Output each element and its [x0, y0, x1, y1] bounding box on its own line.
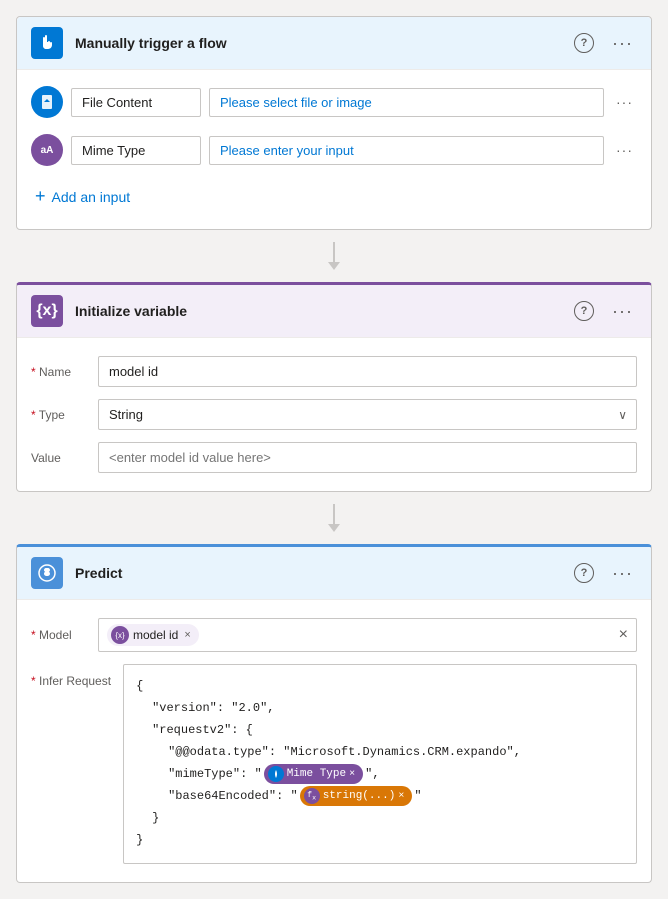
model-field[interactable]: {x} model id × × [98, 618, 637, 652]
value-row: Value [31, 436, 637, 479]
mime-type-chip-label: Mime Type [287, 765, 346, 784]
init-help-icon: ? [574, 301, 594, 321]
arrow-down-2 [328, 504, 340, 532]
mime-type-more-button[interactable]: ··· [612, 140, 637, 160]
init-help-button[interactable]: ? [568, 297, 600, 325]
connector-line-1 [333, 242, 335, 262]
init-title: Initialize variable [75, 303, 568, 319]
help-icon: ? [574, 33, 594, 53]
code-line-base64: "base64Encoded": " fx string(...) × " [136, 785, 624, 807]
mime-type-type-icon: aA [31, 134, 63, 166]
value-label: Value [31, 451, 86, 465]
model-chip-close[interactable]: × [184, 629, 190, 641]
code-line-mimetype: "mimeType": " Mime Type × ", [136, 763, 624, 785]
add-input-button[interactable]: + Add an input [31, 178, 134, 215]
connector-arrowhead-1 [328, 262, 340, 270]
code-line-version: "version": "2.0", [136, 697, 624, 719]
model-chip-icon: {x} [111, 626, 129, 644]
predict-help-icon: ? [574, 563, 594, 583]
name-label: Name [31, 365, 86, 379]
file-content-label: File Content [71, 88, 201, 117]
text-aa-icon: aA [41, 145, 54, 156]
trigger-title: Manually trigger a flow [75, 35, 568, 51]
mime-type-row: aA Mime Type Please enter your input ··· [31, 126, 637, 174]
mime-type-chip-icon [268, 766, 284, 782]
model-label: Model [31, 628, 86, 642]
code-line-open-brace: { [136, 675, 624, 697]
connector-line-2 [333, 504, 335, 524]
code-line-close-req: } [136, 807, 624, 829]
trigger-icon [38, 34, 56, 52]
trigger-more-button[interactable]: ··· [608, 31, 637, 56]
type-row: Type String Integer Float Boolean Array … [31, 393, 637, 436]
code-line-close-brace: } [136, 829, 624, 851]
variable-icon: {x} [36, 302, 57, 320]
trigger-help-button[interactable]: ? [568, 29, 600, 57]
type-select-wrapper: String Integer Float Boolean Array Objec… [98, 399, 637, 430]
file-content-value[interactable]: Please select file or image [209, 88, 604, 117]
code-line-odata: "@@odata.type": "Microsoft.Dynamics.CRM.… [136, 741, 624, 763]
mime-type-chip-close[interactable]: × [349, 766, 355, 783]
string-chip[interactable]: fx string(...) × [300, 786, 413, 807]
model-field-clear[interactable]: × [619, 626, 628, 644]
infer-request-row: Infer Request { "version": "2.0", "reque… [31, 658, 637, 870]
connector-arrowhead-2 [328, 524, 340, 532]
mime-type-value[interactable]: Please enter your input [209, 136, 604, 165]
file-content-type-icon [31, 86, 63, 118]
model-id-chip: {x} model id × [107, 624, 199, 646]
type-label: Type [31, 408, 86, 422]
init-variable-card: {x} Initialize variable ? ··· Name Type … [16, 282, 652, 492]
predict-body: Model {x} model id × × Infer Request { [17, 600, 651, 882]
arrow-down-1 [328, 242, 340, 270]
file-icon [39, 94, 55, 110]
model-row: Model {x} model id × × [31, 612, 637, 658]
predict-help-button[interactable]: ? [568, 559, 600, 587]
predict-header: Predict ? ··· [17, 547, 651, 600]
init-icon-bg: {x} [31, 295, 63, 327]
plus-icon: + [35, 186, 46, 207]
type-select[interactable]: String Integer Float Boolean Array Objec… [98, 399, 637, 430]
trigger-actions: ? ··· [568, 29, 637, 57]
code-line-requestv2: "requestv2": { [136, 719, 624, 741]
string-chip-label: string(...) [323, 787, 396, 806]
file-content-row: File Content Please select file or image… [31, 78, 637, 126]
predict-icon-bg [31, 557, 63, 589]
predict-title: Predict [75, 565, 568, 581]
file-content-more-button[interactable]: ··· [612, 92, 637, 112]
add-input-label: Add an input [52, 189, 131, 205]
predict-actions: ? ··· [568, 559, 637, 587]
init-actions: ? ··· [568, 297, 637, 325]
trigger-body: File Content Please select file or image… [17, 70, 651, 229]
init-more-button[interactable]: ··· [608, 299, 637, 324]
init-form-body: Name Type String Integer Float Boolean A… [17, 338, 651, 491]
predict-icon [37, 563, 57, 583]
connector-1 [16, 230, 652, 282]
trigger-card: Manually trigger a flow ? ··· File Conte… [16, 16, 652, 230]
value-input[interactable] [98, 442, 637, 473]
mime-type-chip[interactable]: Mime Type × [264, 764, 363, 785]
infer-label: Infer Request [31, 674, 111, 688]
predict-more-button[interactable]: ··· [608, 561, 637, 586]
connector-2 [16, 492, 652, 544]
trigger-header: Manually trigger a flow ? ··· [17, 17, 651, 70]
trigger-icon-bg [31, 27, 63, 59]
init-header: {x} Initialize variable ? ··· [17, 285, 651, 338]
name-input[interactable] [98, 356, 637, 387]
string-chip-icon: fx [304, 788, 320, 804]
mime-type-label: Mime Type [71, 136, 201, 165]
model-chip-label: model id [133, 628, 178, 642]
name-row: Name [31, 350, 637, 393]
predict-card: Predict ? ··· Model {x} model id × × [16, 544, 652, 883]
infer-request-field[interactable]: { "version": "2.0", "requestv2": { "@@od… [123, 664, 637, 864]
string-chip-close[interactable]: × [398, 788, 404, 805]
